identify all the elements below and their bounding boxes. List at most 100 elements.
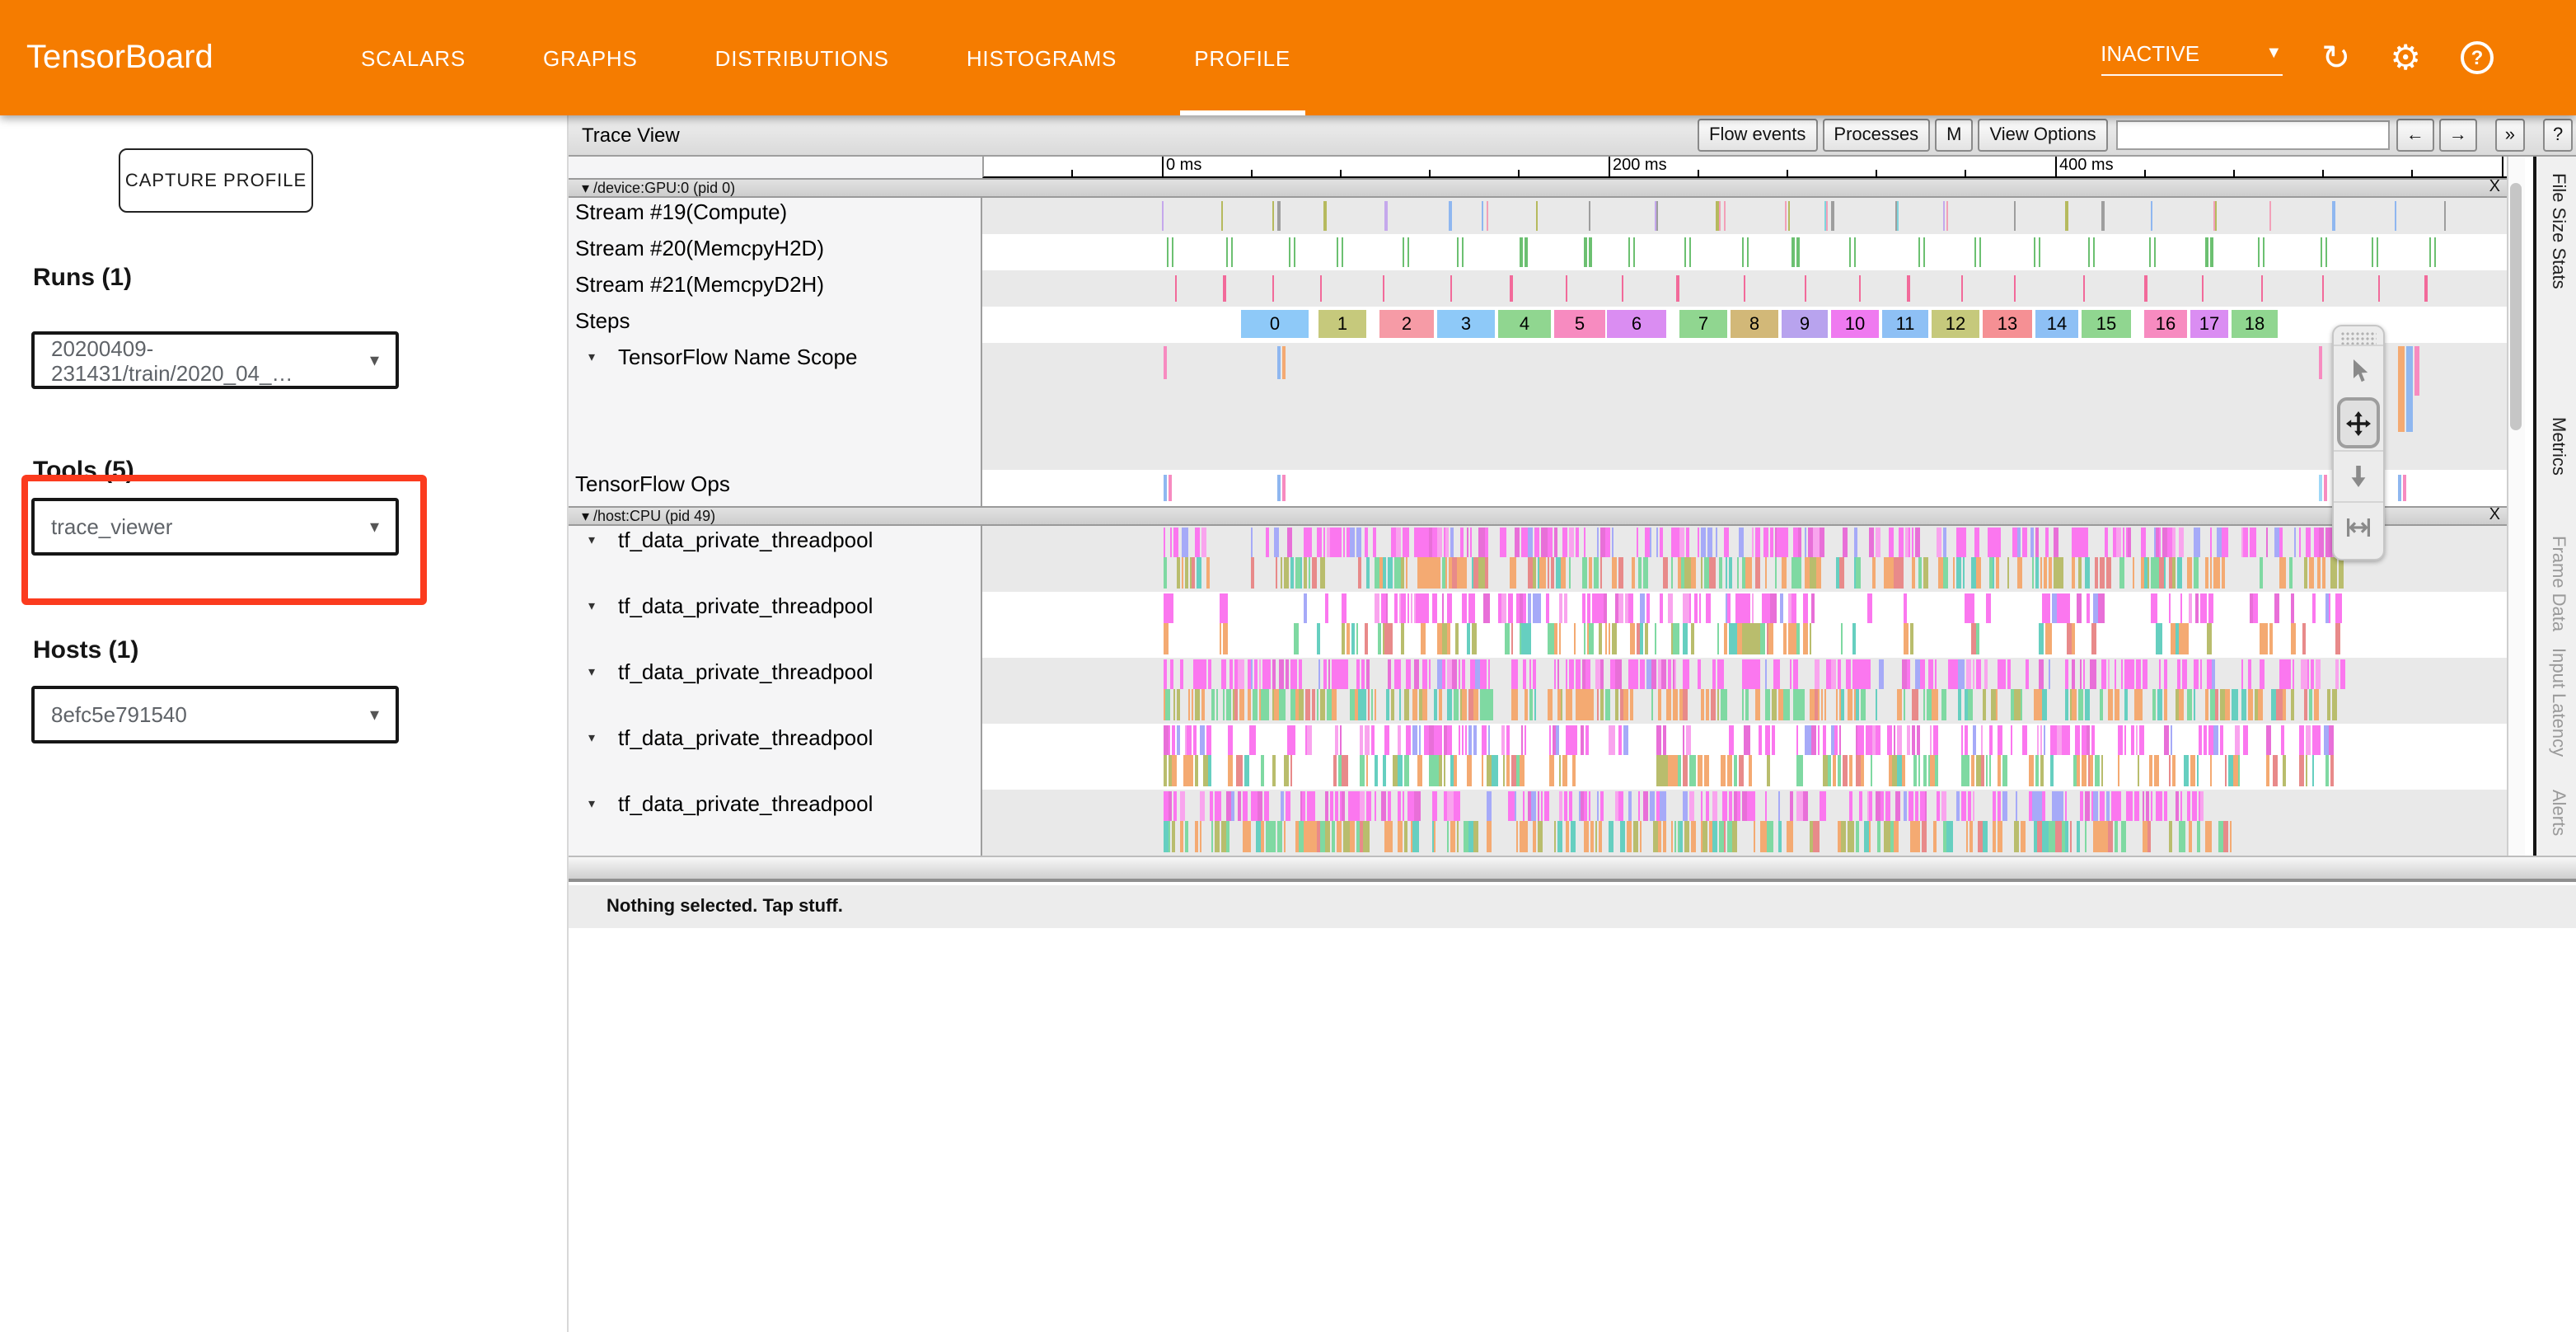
trace-event[interactable] <box>1468 593 1473 623</box>
trace-event[interactable] <box>1220 593 1222 623</box>
trace-event[interactable] <box>1347 528 1350 557</box>
trace-event[interactable] <box>1743 275 1745 302</box>
trace-event[interactable] <box>1413 659 1418 689</box>
trace-event[interactable] <box>1383 557 1386 589</box>
trace-event[interactable] <box>1173 791 1177 821</box>
trace-event[interactable] <box>1307 791 1309 821</box>
trace-event[interactable] <box>1181 791 1186 821</box>
trace-event[interactable] <box>1884 821 1890 852</box>
trace-event[interactable] <box>1381 593 1386 623</box>
trace-event[interactable] <box>2176 689 2179 720</box>
trace-event[interactable] <box>1169 528 1172 557</box>
trace-event[interactable] <box>1888 725 1890 755</box>
trace-event[interactable] <box>1578 791 1580 821</box>
trace-event[interactable] <box>2151 593 2157 623</box>
trace-event[interactable] <box>1317 623 1320 654</box>
trace-event[interactable] <box>1663 821 1667 852</box>
trace-event[interactable] <box>2209 557 2212 589</box>
trace-event[interactable] <box>1437 659 1441 689</box>
trace-event[interactable] <box>1184 557 1188 589</box>
trace-event[interactable] <box>1646 593 1650 623</box>
trace-event[interactable] <box>1429 659 1431 689</box>
trace-event[interactable] <box>1234 659 1237 689</box>
trace-event[interactable] <box>1764 725 1767 755</box>
trace-event[interactable] <box>1173 528 1178 557</box>
trace-event[interactable] <box>1294 237 1296 267</box>
trace-event[interactable] <box>2340 659 2345 689</box>
trace-event[interactable] <box>1443 755 1445 786</box>
trace-event[interactable] <box>2247 689 2249 720</box>
trace-event[interactable] <box>1998 528 2002 557</box>
trace-event[interactable] <box>2091 755 2094 786</box>
trace-event[interactable] <box>1943 201 1946 231</box>
track-timeline[interactable]: 0123456789101112131415161718 <box>982 307 2507 343</box>
trace-event[interactable] <box>1543 791 1549 821</box>
trace-event[interactable] <box>1486 689 1490 720</box>
trace-event[interactable] <box>2064 593 2070 623</box>
step-chip[interactable]: 5 <box>1554 310 1605 338</box>
trace-event[interactable] <box>2082 275 2085 302</box>
trace-event[interactable] <box>1299 689 1304 720</box>
trace-event[interactable] <box>2274 593 2280 623</box>
trace-event[interactable] <box>1528 593 1532 623</box>
trace-event[interactable] <box>2206 623 2211 654</box>
trace-event[interactable] <box>2188 821 2191 852</box>
trace-event[interactable] <box>1662 557 1668 589</box>
trace-event[interactable] <box>1463 557 1467 589</box>
trace-event[interactable] <box>1599 689 1604 720</box>
trace-event[interactable] <box>1772 725 1775 755</box>
trace-event[interactable] <box>1461 659 1464 689</box>
trace-event[interactable] <box>2158 659 2161 689</box>
trace-event[interactable] <box>2325 528 2331 557</box>
trace-event[interactable] <box>2180 791 2183 821</box>
trace-event[interactable] <box>1948 659 1952 689</box>
trace-event[interactable] <box>1276 821 1282 852</box>
trace-event[interactable] <box>1444 791 1447 821</box>
trace-event[interactable] <box>2049 821 2054 852</box>
trace-event[interactable] <box>2043 557 2047 589</box>
trace-event[interactable] <box>1764 791 1767 821</box>
trace-event[interactable] <box>2035 755 2039 786</box>
trace-event[interactable] <box>1511 689 1517 720</box>
trace-event[interactable] <box>2234 725 2239 755</box>
trace-event[interactable] <box>1969 593 1974 623</box>
trace-event[interactable] <box>1657 659 1661 689</box>
trace-event[interactable] <box>1304 689 1309 720</box>
trace-event[interactable] <box>1913 689 1918 720</box>
trace-event[interactable] <box>1778 821 1782 852</box>
side-tab-file-size-stats[interactable]: File Size Stats <box>2548 173 2568 289</box>
trace-event[interactable] <box>1180 659 1183 689</box>
trace-event[interactable] <box>2279 557 2285 589</box>
trace-event[interactable] <box>1584 791 1587 821</box>
trace-event[interactable] <box>1287 725 1292 755</box>
trace-event[interactable] <box>2185 755 2190 786</box>
trace-event[interactable] <box>1457 557 1462 589</box>
trace-event[interactable] <box>1728 791 1732 821</box>
trace-event[interactable] <box>1282 475 1286 501</box>
trace-event[interactable] <box>2216 689 2219 720</box>
trace-event[interactable] <box>1274 528 1279 557</box>
trace-event[interactable] <box>1853 557 1855 589</box>
trace-event[interactable] <box>1623 725 1628 755</box>
trace-event[interactable] <box>1853 237 1856 267</box>
trace-event[interactable] <box>1412 725 1417 755</box>
trace-event[interactable] <box>1706 593 1712 623</box>
trace-event[interactable] <box>2002 791 2007 821</box>
trace-event[interactable] <box>1251 659 1253 689</box>
trace-event[interactable] <box>1473 725 1477 755</box>
trace-event[interactable] <box>1280 689 1286 720</box>
trace-event[interactable] <box>2299 725 2305 755</box>
trace-event[interactable] <box>1533 593 1539 623</box>
trace-event[interactable] <box>1897 689 1901 720</box>
trace-event[interactable] <box>1473 821 1478 852</box>
trace-event[interactable] <box>1384 623 1388 654</box>
trace-event[interactable] <box>2238 755 2240 786</box>
trace-event[interactable] <box>2188 593 2191 623</box>
trace-event[interactable] <box>1918 755 1920 786</box>
trace-event[interactable] <box>1169 725 1171 755</box>
trace-event[interactable] <box>1788 201 1791 231</box>
trace-event[interactable] <box>1741 791 1746 821</box>
trace-event[interactable] <box>1169 791 1173 821</box>
trace-event[interactable] <box>2258 689 2262 720</box>
trace-event[interactable] <box>1993 557 1994 589</box>
